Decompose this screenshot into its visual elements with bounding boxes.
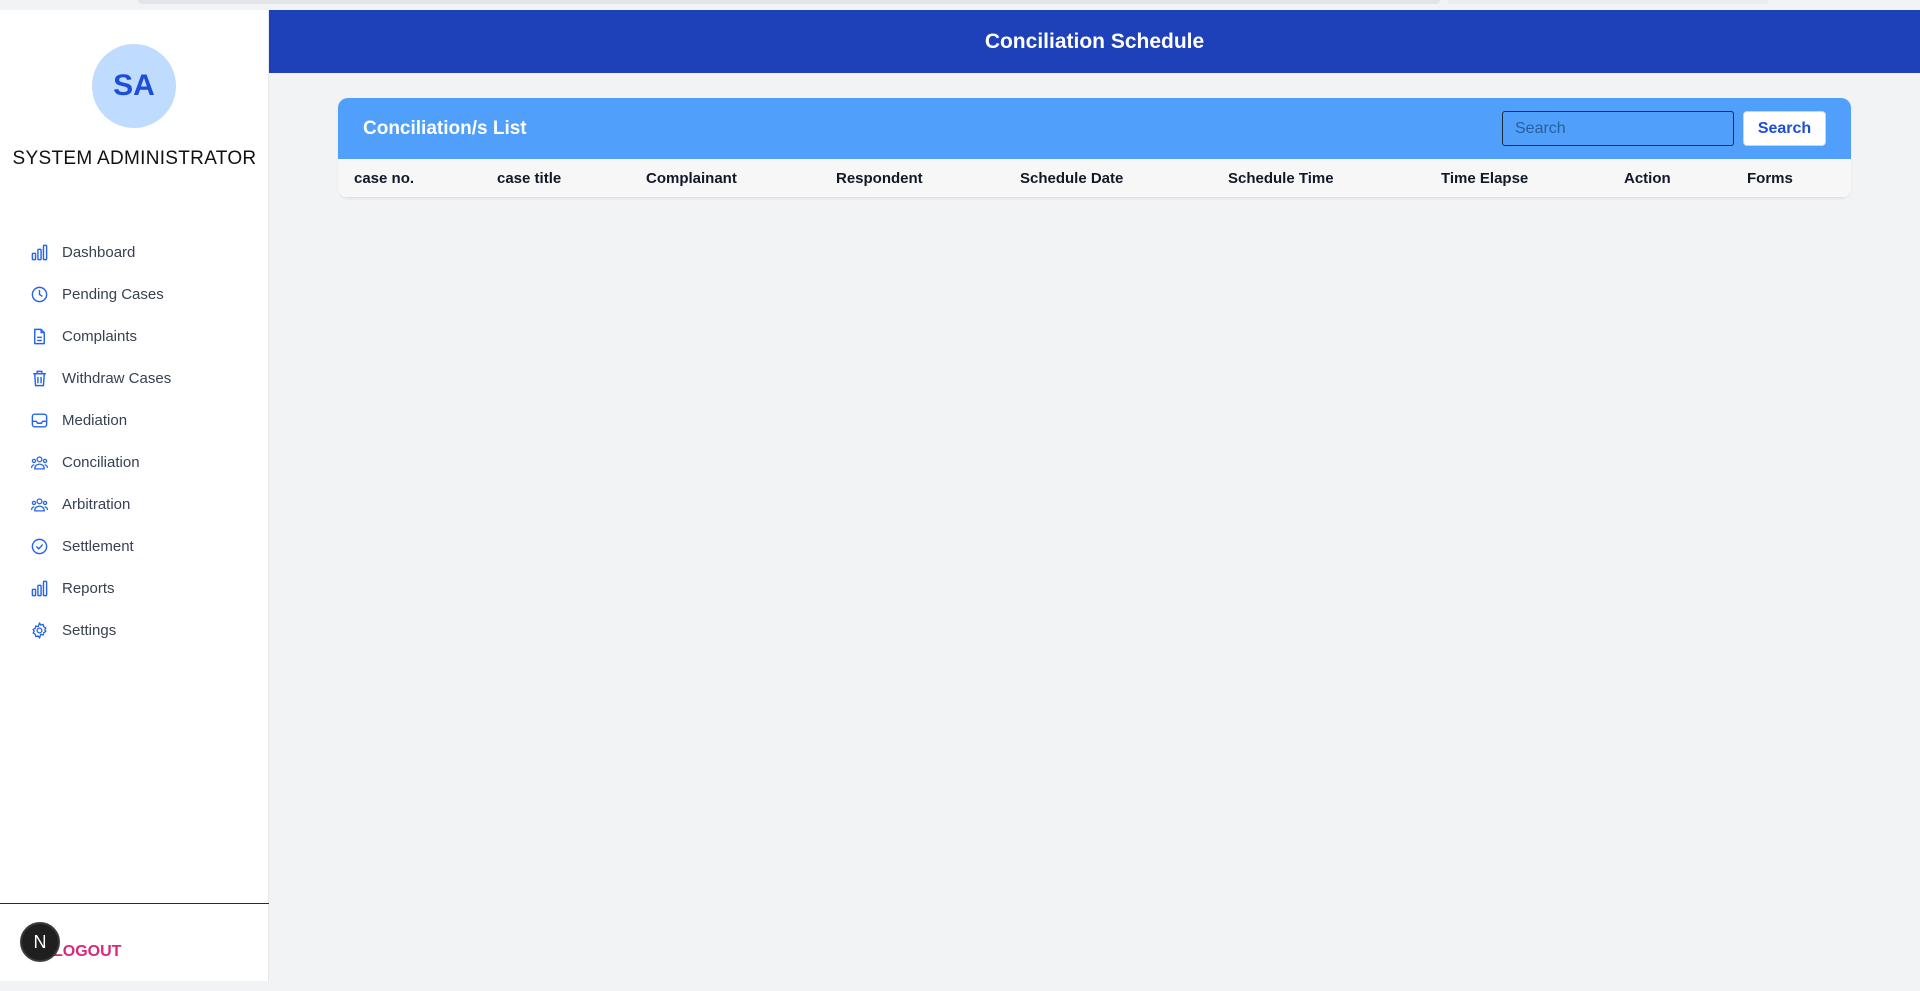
sidebar-item-label: Pending Cases bbox=[62, 285, 164, 303]
sidebar: SA SYSTEM ADMINISTRATOR Dashboard Pendin… bbox=[0, 10, 269, 981]
sidebar-item-label: Settlement bbox=[62, 537, 134, 555]
sidebar-nav: Dashboard Pending Cases Complaints Withd… bbox=[28, 231, 258, 651]
sidebar-item-reports[interactable]: Reports bbox=[28, 567, 258, 609]
card-header: Conciliation/s List Search bbox=[338, 98, 1851, 159]
search-button[interactable]: Search bbox=[1743, 111, 1826, 146]
users-icon bbox=[28, 451, 50, 473]
check-circle-icon bbox=[28, 535, 50, 557]
bar-chart-icon bbox=[28, 241, 50, 263]
inbox-icon bbox=[28, 409, 50, 431]
search-input[interactable] bbox=[1502, 111, 1734, 146]
sidebar-item-complaints[interactable]: Complaints bbox=[28, 315, 258, 357]
column-header-action[interactable]: Action bbox=[1624, 170, 1671, 187]
sidebar-item-label: Dashboard bbox=[62, 243, 136, 261]
sidebar-item-label: Arbitration bbox=[62, 495, 131, 513]
table-header: case no. case title Complainant Responde… bbox=[338, 159, 1851, 198]
sidebar-item-settlement[interactable]: Settlement bbox=[28, 525, 258, 567]
document-icon bbox=[28, 325, 50, 347]
dev-tools-badge[interactable]: N bbox=[20, 922, 60, 962]
sidebar-item-conciliation[interactable]: Conciliation bbox=[28, 441, 258, 483]
page-header: Conciliation Schedule bbox=[269, 10, 1920, 73]
users-icon bbox=[28, 493, 50, 515]
sidebar-item-label: Conciliation bbox=[62, 453, 140, 471]
column-header-respondent[interactable]: Respondent bbox=[836, 170, 923, 187]
page-title: Conciliation Schedule bbox=[984, 29, 1205, 53]
sidebar-item-pending-cases[interactable]: Pending Cases bbox=[28, 273, 258, 315]
clock-icon bbox=[28, 283, 50, 305]
column-header-case-no[interactable]: case no. bbox=[354, 170, 414, 187]
user-role: SYSTEM ADMINISTRATOR bbox=[12, 148, 257, 169]
bar-chart-icon bbox=[28, 577, 50, 599]
conciliation-list-card: Conciliation/s List Search case no. case… bbox=[338, 98, 1851, 198]
sidebar-item-arbitration[interactable]: Arbitration bbox=[28, 483, 258, 525]
column-header-forms[interactable]: Forms bbox=[1747, 170, 1793, 187]
sidebar-item-label: Reports bbox=[62, 579, 115, 597]
column-header-schedule-date[interactable]: Schedule Date bbox=[1020, 170, 1123, 187]
toolbar-edge bbox=[1448, 0, 1768, 4]
column-header-time-elapse[interactable]: Time Elapse bbox=[1441, 170, 1528, 187]
column-header-complainant[interactable]: Complainant bbox=[646, 170, 737, 187]
logout-button[interactable]: LOGOUT bbox=[53, 943, 121, 961]
trash-icon bbox=[28, 367, 50, 389]
sidebar-item-label: Settings bbox=[62, 621, 117, 639]
avatar: SA bbox=[92, 44, 176, 128]
logout-section: LOGOUT N bbox=[0, 903, 269, 991]
card-title: Conciliation/s List bbox=[363, 117, 527, 139]
browser-top-strip bbox=[0, 0, 1920, 10]
sidebar-item-label: Complaints bbox=[62, 327, 138, 345]
sidebar-item-label: Mediation bbox=[62, 411, 128, 429]
sidebar-item-settings[interactable]: Settings bbox=[28, 609, 258, 651]
sidebar-item-label: Withdraw Cases bbox=[62, 369, 172, 387]
gear-icon bbox=[28, 619, 50, 641]
sidebar-item-dashboard[interactable]: Dashboard bbox=[28, 231, 258, 273]
column-header-case-title[interactable]: case title bbox=[497, 170, 561, 187]
column-header-schedule-time[interactable]: Schedule Time bbox=[1228, 170, 1334, 187]
sidebar-item-withdraw-cases[interactable]: Withdraw Cases bbox=[28, 357, 258, 399]
sidebar-item-mediation[interactable]: Mediation bbox=[28, 399, 258, 441]
address-bar-edge bbox=[138, 0, 1440, 4]
